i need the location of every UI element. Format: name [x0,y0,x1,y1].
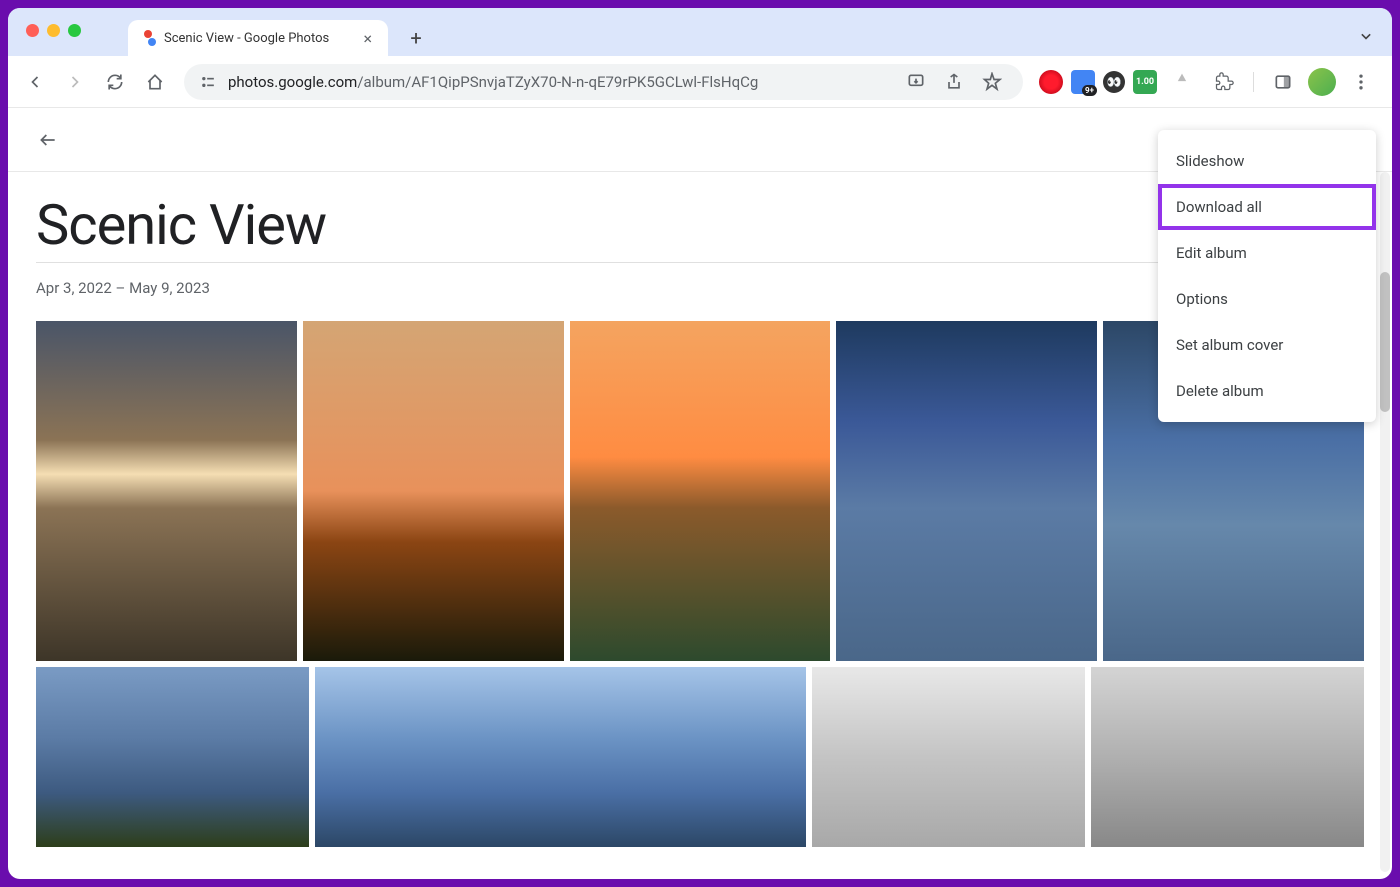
window-controls [26,24,81,37]
tab-strip: Scenic View - Google Photos × + [8,8,1392,56]
site-info-icon[interactable] [198,72,218,92]
bookmark-button[interactable] [975,65,1009,99]
arrow-right-icon [65,72,85,92]
photo-thumbnail[interactable] [836,321,1097,661]
home-icon [145,72,165,92]
browser-window: Scenic View - Google Photos × + photos.g… [8,8,1392,879]
extension-gray-icon[interactable] [1165,65,1199,99]
chrome-menu-button[interactable] [1344,65,1378,99]
close-window-button[interactable] [26,24,39,37]
profile-avatar[interactable] [1308,68,1336,96]
back-button[interactable] [18,65,52,99]
photo-thumbnail[interactable] [315,667,806,847]
close-tab-button[interactable]: × [359,29,376,48]
photo-thumbnail[interactable] [36,321,297,661]
url-text: photos.google.com/album/AF1QipPSnvjaTZyX… [228,73,889,91]
menu-item-options[interactable]: Options [1158,276,1376,322]
google-photos-favicon-icon [140,30,156,46]
menu-item-download-all[interactable]: Download all [1158,184,1376,230]
share-icon [944,72,964,92]
extension-opera-icon[interactable] [1039,70,1063,94]
reload-icon [105,72,125,92]
menu-item-delete-album[interactable]: Delete album [1158,368,1376,414]
divider [1253,72,1254,92]
tab-search-button[interactable] [1352,22,1380,50]
browser-tab[interactable]: Scenic View - Google Photos × [128,20,388,56]
panel-icon [1273,72,1293,92]
extension-blue-icon[interactable] [1071,70,1095,94]
home-button[interactable] [138,65,172,99]
scrollbar[interactable] [1380,172,1390,872]
side-panel-button[interactable] [1266,65,1300,99]
reload-button[interactable] [98,65,132,99]
photo-thumbnail[interactable] [1091,667,1364,847]
install-icon [906,72,926,92]
address-bar[interactable]: photos.google.com/album/AF1QipPSnvjaTZyX… [184,64,1023,100]
arrow-left-icon [25,72,45,92]
photo-thumbnail[interactable] [812,667,1085,847]
chevron-down-icon [1356,26,1376,46]
star-icon [982,72,1002,92]
extension-green-icon[interactable]: 1.00 [1133,70,1157,94]
photo-thumbnail[interactable] [303,321,564,661]
menu-item-edit-album[interactable]: Edit album [1158,230,1376,276]
forward-button[interactable] [58,65,92,99]
scrollbar-thumb[interactable] [1380,272,1390,412]
photo-row [36,667,1364,847]
arrow-left-icon [38,130,58,150]
menu-item-slideshow[interactable]: Slideshow [1158,138,1376,184]
browser-toolbar: photos.google.com/album/AF1QipPSnvjaTZyX… [8,56,1392,108]
photo-thumbnail[interactable] [570,321,831,661]
minimize-window-button[interactable] [47,24,60,37]
maximize-window-button[interactable] [68,24,81,37]
photo-thumbnail[interactable] [36,667,309,847]
kebab-icon [1351,72,1371,92]
extensions-area: 1.00 [1035,65,1382,99]
install-app-button[interactable] [899,65,933,99]
puzzle-icon [1214,72,1234,92]
extensions-menu-button[interactable] [1207,65,1241,99]
extension-googly-icon[interactable] [1103,71,1125,93]
menu-item-set-cover[interactable]: Set album cover [1158,322,1376,368]
new-tab-button[interactable]: + [402,24,430,52]
app-back-button[interactable] [28,120,68,160]
album-options-menu: Slideshow Download all Edit album Option… [1158,130,1376,422]
tab-title: Scenic View - Google Photos [164,31,351,46]
share-button[interactable] [937,65,971,99]
